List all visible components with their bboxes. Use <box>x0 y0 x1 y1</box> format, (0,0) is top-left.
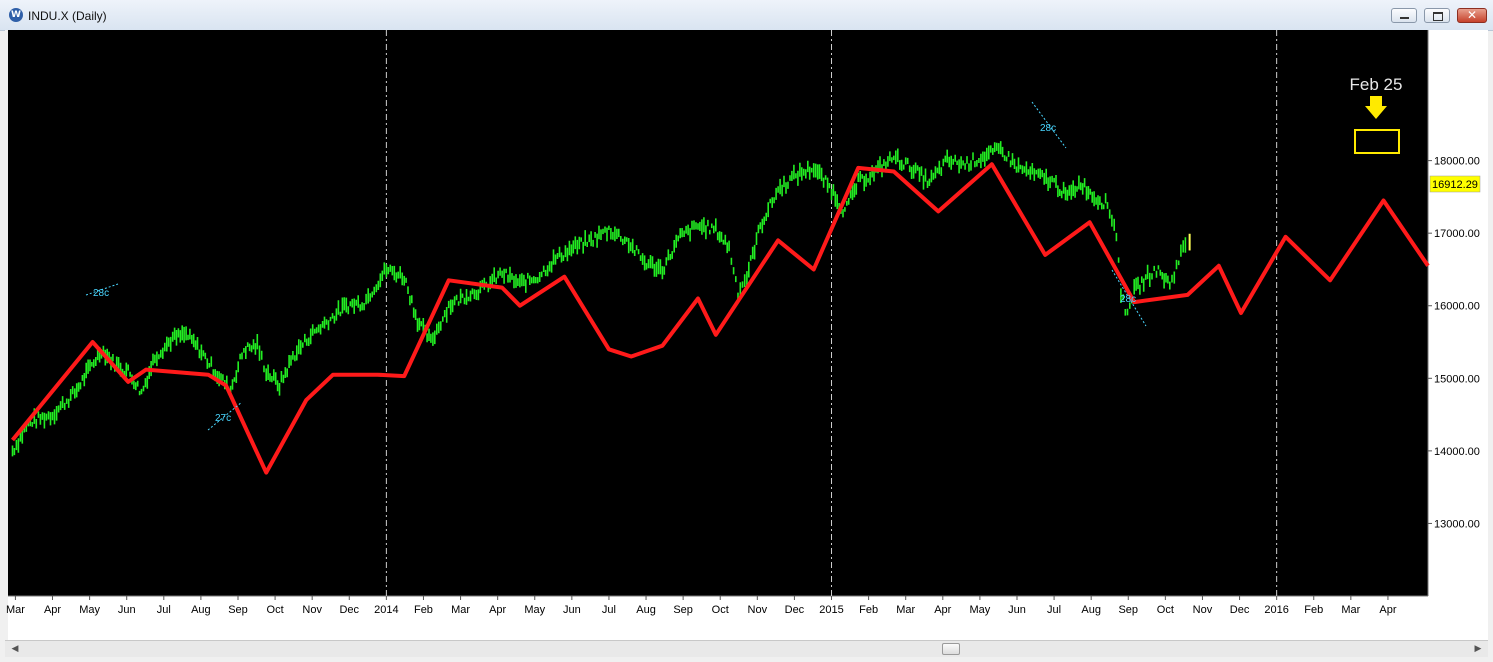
x-tick-label: May <box>524 604 545 616</box>
x-tick-label: Aug <box>191 604 211 616</box>
x-tick-label: Jul <box>602 604 616 616</box>
price-chart[interactable]: 13000.00 14000.00 15000.00 16000.00 17000.00… <box>0 30 1493 640</box>
last-price-tag: 16912.29 <box>1429 175 1481 193</box>
maximize-icon <box>1433 12 1443 21</box>
x-tick-label: Apr <box>489 604 506 616</box>
x-tick-label: Oct <box>267 604 284 616</box>
x-tick-label: Jul <box>1047 604 1061 616</box>
scroll-right-arrow-icon[interactable]: ▶ <box>1470 642 1486 656</box>
x-tick-label: Mar <box>896 604 915 616</box>
x-tick-label: Jun <box>563 604 581 616</box>
x-tick-label: Dec <box>339 604 359 616</box>
x-tick-label: Dec <box>785 604 805 616</box>
cycle-annotation-label: 28c <box>1120 294 1136 305</box>
y-tick-label: 15000.00 <box>1434 373 1480 385</box>
x-tick-label: 2016 <box>1264 604 1288 616</box>
x-tick-label: Aug <box>1081 604 1101 616</box>
x-axis-panel <box>8 596 1488 640</box>
horizontal-scrollbar[interactable]: ◀ ▶ <box>5 640 1488 657</box>
y-tick-label: 18000.00 <box>1434 156 1480 168</box>
window-title: INDU.X (Daily) <box>28 9 107 23</box>
window-titlebar: W INDU.X (Daily) ✕ <box>0 0 1493 31</box>
x-tick-label: Sep <box>673 604 693 616</box>
x-tick-label: Mar <box>451 604 470 616</box>
x-tick-label: Nov <box>1193 604 1213 616</box>
last-price-value: 16912.29 <box>1432 179 1478 191</box>
x-tick-label: Sep <box>1118 604 1138 616</box>
x-tick-label: Feb <box>414 604 433 616</box>
y-tick-label: 16000.00 <box>1434 301 1480 313</box>
x-tick-label: Oct <box>1157 604 1174 616</box>
y-axis-panel <box>1428 30 1488 596</box>
x-tick-label: Dec <box>1230 604 1250 616</box>
x-tick-label: Nov <box>302 604 322 616</box>
cycle-annotation-label: 27c <box>215 413 231 424</box>
plot-area <box>8 30 1428 596</box>
x-tick-label: Nov <box>748 604 768 616</box>
scrollbar-thumb[interactable] <box>942 643 960 655</box>
x-tick-label: Jul <box>157 604 171 616</box>
minimize-icon <box>1400 17 1409 19</box>
x-tick-label: 2014 <box>374 604 398 616</box>
x-tick-label: Jun <box>1008 604 1026 616</box>
cycle-annotation-label: 28c <box>1040 123 1056 134</box>
target-date-label: Feb 25 <box>1350 75 1403 94</box>
x-tick-label: May <box>79 604 100 616</box>
cycle-annotation-label: 28c <box>93 288 109 299</box>
minimize-button[interactable] <box>1391 8 1417 23</box>
close-icon: ✕ <box>1466 8 1478 22</box>
x-tick-label: Mar <box>6 604 25 616</box>
x-tick-label: May <box>970 604 991 616</box>
close-button[interactable]: ✕ <box>1457 8 1487 23</box>
x-tick-label: Mar <box>1341 604 1360 616</box>
y-tick-label: 14000.00 <box>1434 446 1480 458</box>
y-tick-label: 17000.00 <box>1434 228 1480 240</box>
x-tick-label: Feb <box>859 604 878 616</box>
x-tick-label: Feb <box>1304 604 1323 616</box>
x-tick-label: Jun <box>118 604 136 616</box>
maximize-button[interactable] <box>1424 8 1450 23</box>
x-tick-label: 2015 <box>819 604 843 616</box>
x-tick-label: Aug <box>636 604 656 616</box>
x-tick-label: Apr <box>1379 604 1396 616</box>
x-tick-label: Sep <box>228 604 248 616</box>
x-tick-label: Apr <box>934 604 951 616</box>
y-tick-label: 13000.00 <box>1434 518 1480 530</box>
x-tick-label: Oct <box>712 604 729 616</box>
scroll-left-arrow-icon[interactable]: ◀ <box>7 642 23 656</box>
x-tick-label: Apr <box>44 604 61 616</box>
app-logo-icon: W <box>9 8 23 22</box>
